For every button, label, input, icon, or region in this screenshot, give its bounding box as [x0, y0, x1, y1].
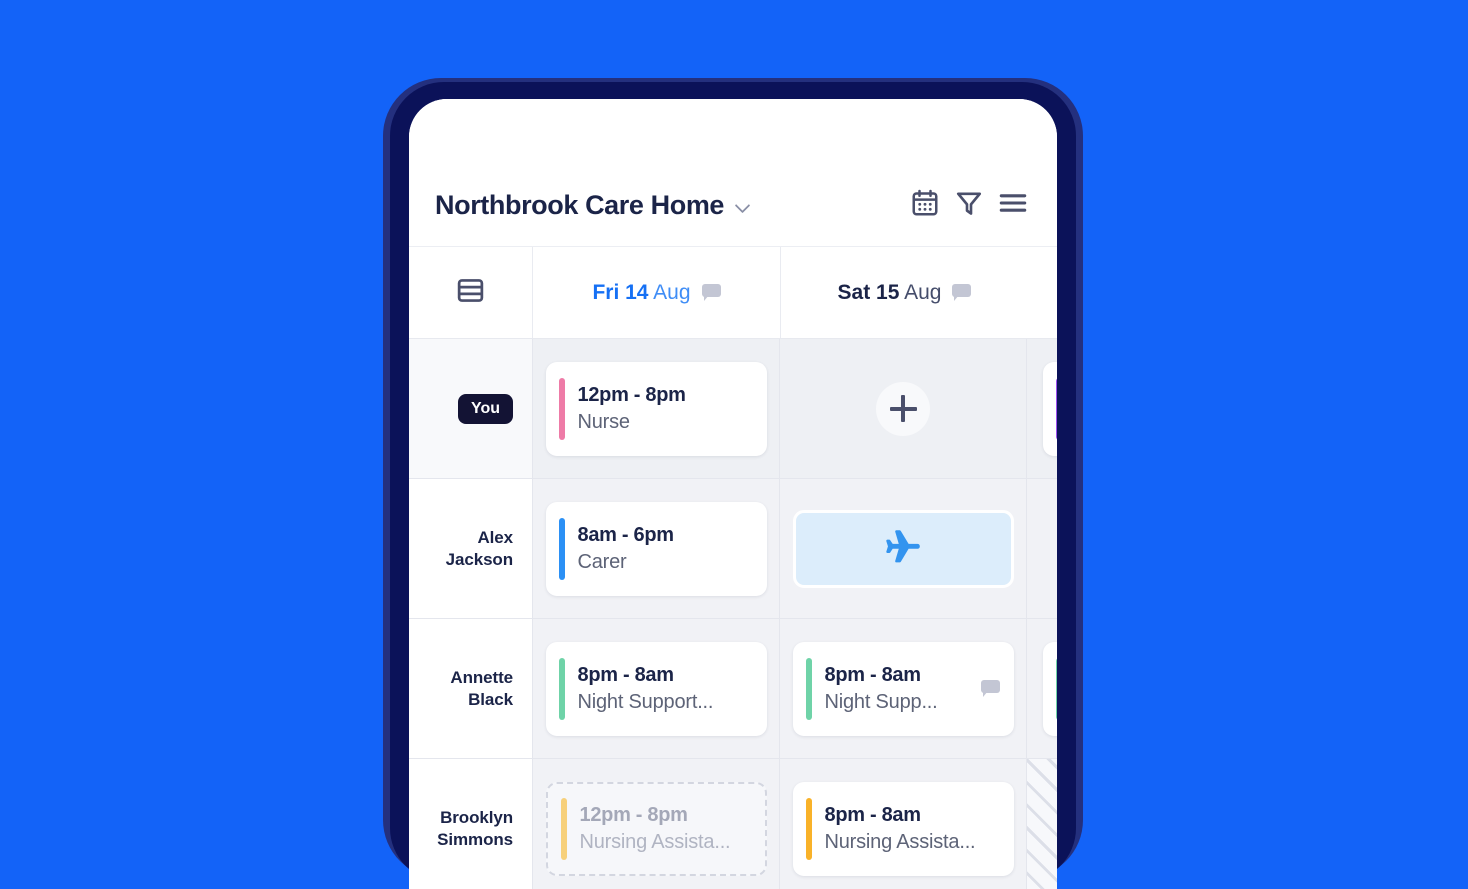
shift-accent-bar	[805, 657, 812, 720]
page-title: Northbrook Care Home	[435, 189, 725, 220]
shift-accent-bar	[558, 517, 565, 580]
shift-accent-bar	[558, 657, 565, 720]
date-tab-sat-15-aug[interactable]: Sat 15 Aug	[780, 247, 1028, 338]
shift-cell[interactable]: 8am - 6pm Carer	[532, 479, 779, 618]
shift-card[interactable]	[1043, 361, 1057, 456]
phone-screen: Northbrook Care Home Fri 14 Aug Sat 15 A…	[409, 99, 1057, 889]
employee-name: Alex Jackson	[445, 528, 513, 569]
shift-details: 8pm - 8am Night Supp...	[825, 662, 975, 716]
shift-cell[interactable]: 12pm - 8pm Nursing Assista...	[532, 759, 779, 889]
calendar-button[interactable]	[903, 183, 947, 227]
menu-icon	[997, 187, 1029, 224]
calendar-icon	[910, 188, 940, 223]
add-shift-button[interactable]	[876, 381, 930, 436]
shift-role: Night Supp...	[824, 690, 938, 713]
shift-card[interactable]: 8am - 6pm Carer	[545, 501, 767, 596]
unavailable-cell[interactable]	[1026, 759, 1057, 889]
shift-cell[interactable]: 8pm - 8am Nursing Assista...	[779, 759, 1026, 889]
shift-details: 8pm - 8am Nursing Assista...	[825, 802, 1000, 856]
table-row: Annette Black 8pm - 8am Night Support...…	[409, 619, 1057, 759]
shift-role: Nurse	[577, 410, 631, 433]
shift-card[interactable]: 8pm - 8am Nursing Assista...	[792, 781, 1014, 876]
shift-card[interactable]: 8pm - 8am Night Support...	[545, 641, 767, 736]
shift-accent-bar	[560, 797, 567, 860]
shift-role: Nursing Assista...	[824, 830, 976, 853]
plus-icon	[889, 395, 917, 422]
shift-details: 8am - 6pm Carer	[578, 522, 753, 576]
shift-time: 12pm - 8pm	[577, 383, 686, 406]
app-header: Northbrook Care Home	[409, 99, 1057, 247]
table-row: Alex Jackson 8am - 6pm Carer	[409, 479, 1057, 619]
shift-details: 12pm - 8pm Nurse	[578, 382, 753, 436]
menu-button[interactable]	[991, 183, 1035, 227]
shift-time: 12pm - 8pm	[579, 803, 688, 826]
org-selector[interactable]: Northbrook Care Home	[435, 190, 903, 221]
shift-role: Carer	[577, 550, 627, 573]
table-row: Brooklyn Simmons 12pm - 8pm Nursing Assi…	[409, 759, 1057, 889]
shift-cell[interactable]: 8pm - 8am Night Support...	[532, 619, 779, 758]
schedule-grid: You 12pm - 8pm Nurse Alex Jackson 8am - …	[409, 339, 1057, 889]
date-strip: Fri 14 Aug Sat 15 Aug	[409, 247, 1057, 339]
shift-cell[interactable]: 12pm - 8pm Nurse	[532, 339, 779, 478]
row-label-annette-black: Annette Black	[409, 619, 532, 758]
shift-details: 8pm - 8am Night Support...	[578, 662, 753, 716]
filter-button[interactable]	[947, 183, 991, 227]
rows-view-icon	[455, 275, 486, 311]
shift-cell[interactable]: 8pm - 8am Night Supp...	[779, 619, 1026, 758]
shift-time: 8pm - 8am	[824, 663, 922, 686]
airplane-icon	[882, 525, 924, 572]
comment-bubble-icon[interactable]	[701, 284, 721, 301]
shift-role: Night Support...	[577, 690, 714, 713]
empty-shift-cell[interactable]	[1026, 479, 1057, 618]
shift-time: 8pm - 8am	[577, 663, 675, 686]
shift-time: 8pm - 8am	[824, 803, 922, 826]
leave-cell[interactable]	[779, 479, 1026, 618]
filter-icon	[954, 188, 984, 223]
table-row: You 12pm - 8pm Nurse	[409, 339, 1057, 479]
shift-accent-bar	[805, 797, 812, 860]
status-badge: You	[457, 393, 513, 424]
shift-card[interactable]: 8pm - 8am Night Supp...	[792, 641, 1014, 736]
row-label-alex-jackson: Alex Jackson	[409, 479, 532, 618]
comment-bubble-icon[interactable]	[952, 284, 972, 301]
shift-card[interactable]	[1043, 641, 1057, 736]
shift-accent-bar	[1056, 377, 1057, 440]
row-label-you: You	[409, 339, 532, 478]
shift-cell-partial[interactable]	[1026, 619, 1057, 758]
shift-card[interactable]: 12pm - 8pm Nurse	[545, 361, 767, 456]
date-tab-label: Sat 15 Aug	[837, 280, 942, 304]
employee-name: Annette Black	[450, 668, 513, 709]
date-tab-fri-14-aug[interactable]: Fri 14 Aug	[532, 247, 780, 338]
shift-role: Nursing Assista...	[579, 830, 731, 853]
hatch-pattern	[1027, 759, 1057, 889]
header-row: Northbrook Care Home	[435, 181, 1035, 229]
employee-name: Brooklyn Simmons	[437, 808, 513, 849]
leave-card[interactable]	[792, 509, 1014, 588]
shift-time: 8am - 6pm	[577, 523, 675, 546]
shift-card-draft[interactable]: 12pm - 8pm Nursing Assista...	[545, 781, 767, 876]
date-tab-label: Fri 14 Aug	[592, 280, 691, 304]
view-mode-toggle[interactable]	[409, 247, 532, 338]
row-label-brooklyn-simmons: Brooklyn Simmons	[409, 759, 532, 889]
comment-bubble-icon[interactable]	[980, 680, 1000, 697]
shift-details: 12pm - 8pm Nursing Assista...	[580, 802, 751, 856]
chevron-down-icon	[735, 200, 751, 210]
shift-accent-bar	[1056, 657, 1057, 720]
shift-cell-partial[interactable]	[1026, 339, 1057, 478]
shift-accent-bar	[558, 377, 565, 440]
empty-shift-cell[interactable]	[779, 339, 1026, 478]
